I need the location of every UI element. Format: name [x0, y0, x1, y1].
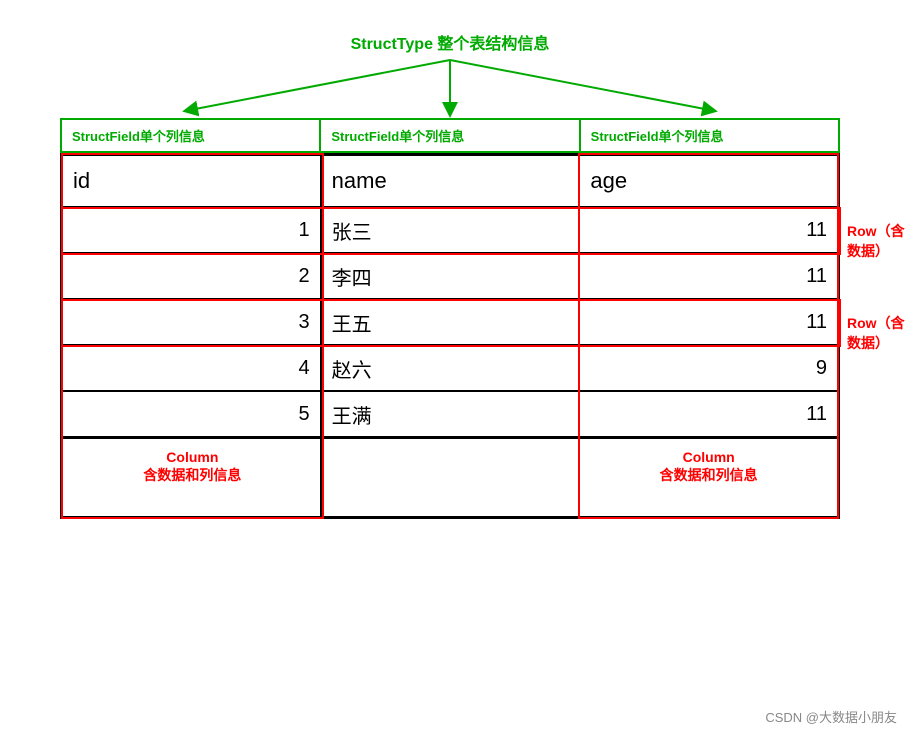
col-name-age: age [580, 156, 837, 206]
table-row-4: 5 王满 11 [60, 392, 840, 439]
col-name-name: name [322, 156, 581, 206]
cell-id-1: 2 [63, 254, 322, 298]
cell-id-3: 4 [63, 346, 322, 390]
diagram-wrapper: StructType 整个表结构信息 StructField单个 [60, 30, 840, 519]
cell-age-0: 11 [580, 208, 837, 252]
cell-name-3: 赵六 [322, 346, 581, 390]
table-row-3: 4 赵六 9 [60, 346, 840, 392]
cell-age-4: 11 [580, 392, 837, 436]
col-name-row: id name age [60, 153, 840, 208]
table-row-2: 3 王五 11 [60, 300, 840, 346]
cell-name-4: 王满 [322, 392, 581, 436]
struct-type-label: StructType 整个表结构信息 [60, 30, 840, 54]
cell-id-4: 5 [63, 392, 322, 436]
header-cell-2: StructField单个列信息 [581, 120, 838, 151]
page-container: StructType 整个表结构信息 StructField单个 [0, 0, 917, 740]
data-rows-wrapper: 1 张三 11 2 李四 11 3 王五 11 4 赵六 9 5 王满 [60, 208, 840, 519]
col-name-id: id [63, 156, 322, 206]
header-cell-1: StructField单个列信息 [321, 120, 580, 151]
cell-name-2: 王五 [322, 300, 581, 344]
cell-id-0: 1 [63, 208, 322, 252]
cell-age-2: 11 [580, 300, 837, 344]
table-row-0: 1 张三 11 [60, 208, 840, 254]
watermark: CSDN @大数据小朋友 [765, 707, 897, 726]
cell-age-1: 11 [580, 254, 837, 298]
arrows-container [60, 58, 840, 118]
cell-name-0: 张三 [322, 208, 581, 252]
cell-id-2: 3 [63, 300, 322, 344]
header-cell-0: StructField单个列信息 [62, 120, 321, 151]
struct-type-text: StructType 整个表结构信息 [351, 36, 550, 53]
header-row: StructField单个列信息 StructField单个列信息 Struct… [60, 118, 840, 153]
cell-name-1: 李四 [322, 254, 581, 298]
table-row-1: 2 李四 11 [60, 254, 840, 300]
arrows-svg [60, 58, 840, 118]
cell-age-3: 9 [580, 346, 837, 390]
